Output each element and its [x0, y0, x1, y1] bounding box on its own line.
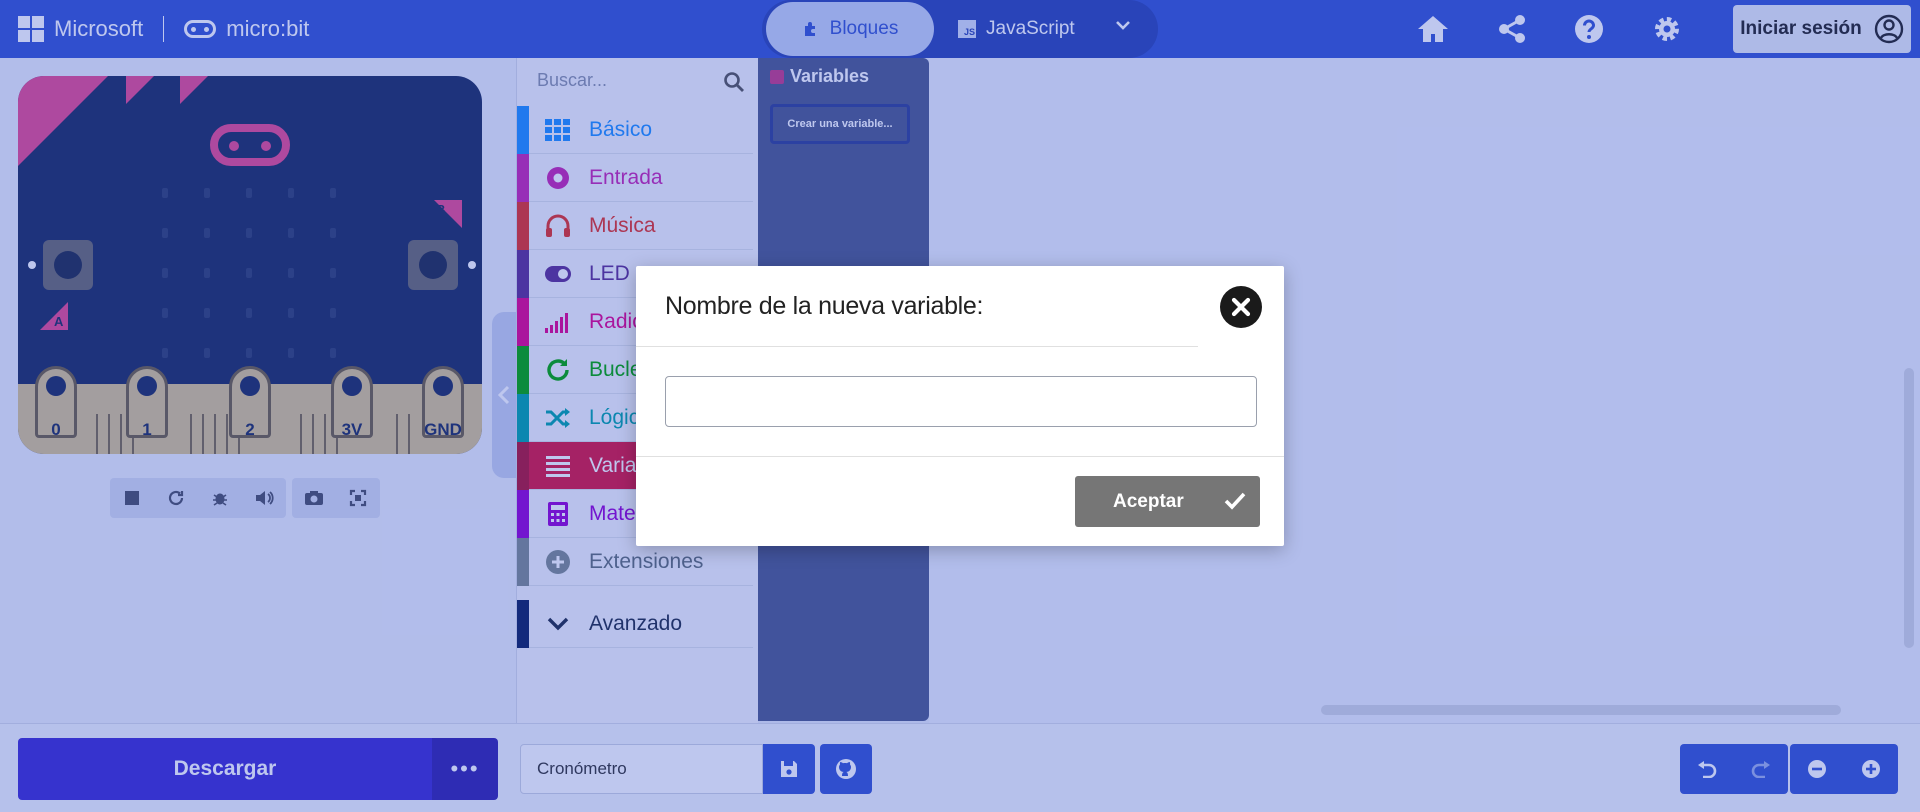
- accept-label: Aceptar: [1113, 491, 1184, 512]
- divider: [636, 346, 1198, 347]
- dialog-title: Nombre de la nueva variable:: [665, 292, 984, 320]
- checkmark-icon: [1224, 492, 1246, 510]
- close-icon: [1231, 297, 1251, 317]
- divider: [636, 456, 1284, 457]
- new-variable-dialog: Nombre de la nueva variable: Aceptar: [636, 266, 1284, 546]
- close-dialog-button[interactable]: [1220, 286, 1262, 328]
- variable-name-input[interactable]: [665, 376, 1257, 427]
- accept-button[interactable]: Aceptar: [1075, 476, 1260, 527]
